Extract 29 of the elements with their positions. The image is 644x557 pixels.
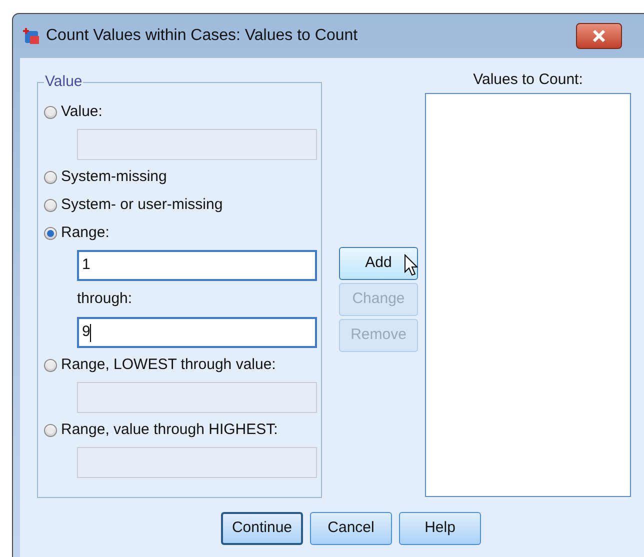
text-field[interactable]: 1 [77,250,317,281]
text-field[interactable]: 9 [77,317,317,348]
field-value: 9 [82,322,90,342]
radio-button[interactable] [44,358,57,372]
dialog-button[interactable]: Cancel [310,512,392,545]
radio-label: Value: [61,102,102,122]
radio-button[interactable] [44,424,57,436]
field-value: 1 [82,255,90,276]
text-field[interactable] [77,129,317,160]
radio-button[interactable] [44,226,57,240]
mouse-pointer-icon [404,254,418,276]
radio-button[interactable] [44,106,57,118]
dialog-button[interactable]: Continue [221,512,303,545]
text-field[interactable] [77,447,317,478]
radio-label: System- or user-missing [61,194,223,215]
dialog-button[interactable]: Help [399,512,481,545]
list-label: Values to Count: [473,72,583,87]
window-title: Count Values within Cases: Values to Count [46,26,358,46]
close-icon [592,30,606,42]
radio-button[interactable] [44,170,57,184]
app-icon [22,27,40,45]
radio-button[interactable] [44,198,57,212]
field-label: through: [77,289,134,309]
radio-label: Range, value through HIGHEST: [61,420,278,440]
close-button[interactable] [576,23,622,49]
radio-label: System-missing [61,166,167,187]
radio-label: Range, LOWEST through value: [61,354,276,375]
text-field[interactable] [77,382,317,413]
radio-label: Range: [61,222,110,243]
